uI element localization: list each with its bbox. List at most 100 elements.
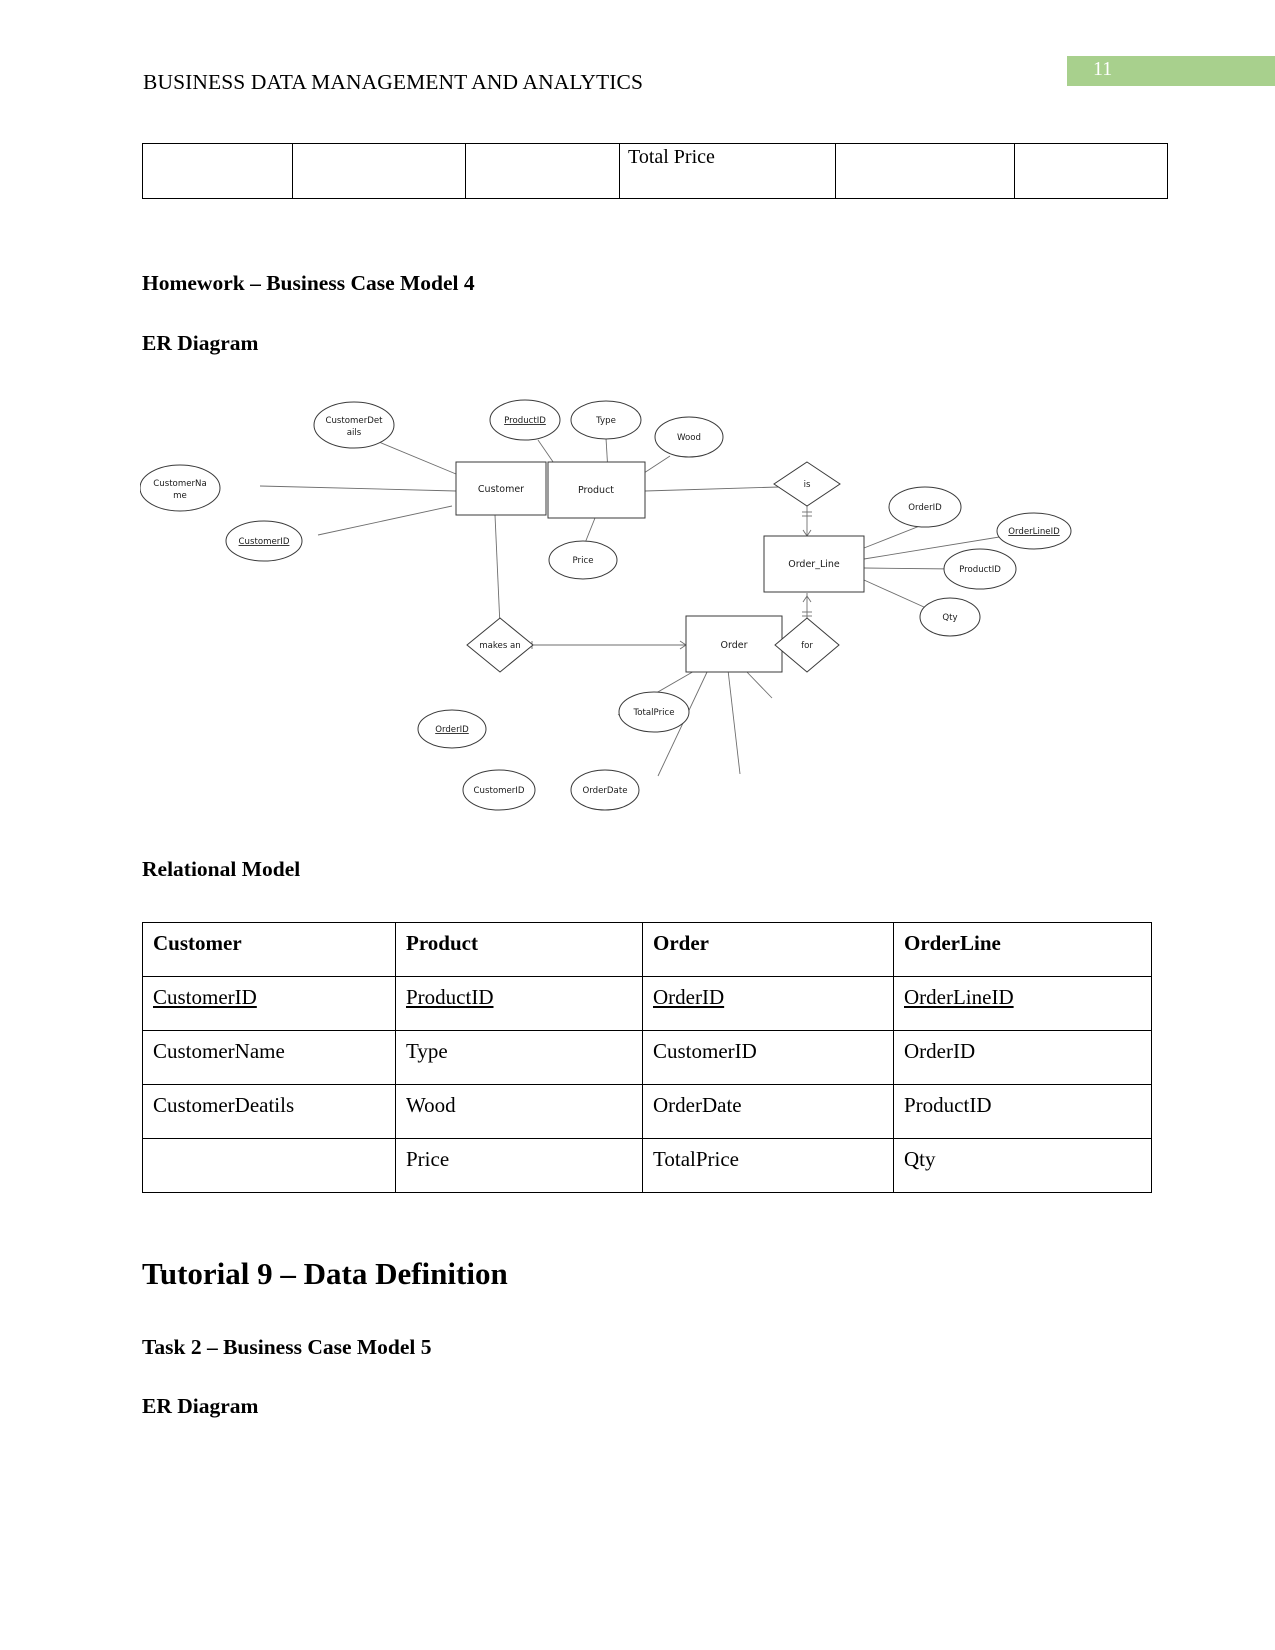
attribute-order-customer-id-label: CustomerID: [474, 786, 525, 796]
stub-cell-3: [465, 143, 620, 199]
cell-product-attr-2: Type: [395, 1030, 643, 1085]
relationship-makes-an[interactable]: makes an: [466, 617, 534, 673]
cell-product-attr-3: Wood: [395, 1084, 643, 1139]
relationship-for[interactable]: for: [774, 617, 840, 673]
cell-customer-attr-4: [142, 1138, 396, 1193]
heading-er-diagram-1: ER Diagram: [142, 331, 259, 355]
attribute-order-line-id[interactable]: OrderLineID: [996, 512, 1072, 550]
entity-order[interactable]: Order: [685, 615, 783, 673]
er-diagram-figure: Customer Product Order_Line Order is mak…: [140, 378, 1090, 828]
attribute-qty-label: Qty: [942, 613, 957, 623]
column-header-customer: Customer: [142, 922, 396, 977]
attribute-customer-details[interactable]: CustomerDet ails: [313, 401, 395, 449]
page-header: BUSINESS DATA MANAGEMENT AND ANALYTICS 1…: [0, 0, 1275, 120]
relationship-for-label: for: [801, 641, 813, 651]
connector-customer-name: [259, 485, 457, 492]
connector-order-total-price: [744, 669, 773, 699]
cell-orderline-attr-3: ProductID: [893, 1084, 1152, 1139]
attribute-type-label: Type: [595, 416, 616, 426]
attribute-wood[interactable]: Wood: [654, 416, 724, 458]
attribute-customer-name[interactable]: CustomerNa me: [140, 464, 221, 512]
attribute-total-price[interactable]: TotalPrice: [618, 691, 690, 733]
cell-order-attr-3: OrderDate: [642, 1084, 894, 1139]
attribute-customer-details-label-2: ails: [347, 428, 362, 438]
cell-product-pk: ProductID: [395, 976, 643, 1031]
connector-ol-product-id: [863, 567, 957, 570]
page-number-badge: 11: [1067, 56, 1275, 86]
connector-order-date: [727, 669, 741, 775]
relationship-is[interactable]: is: [773, 461, 841, 507]
entity-order-label: Order: [721, 640, 748, 651]
attribute-wood-label: Wood: [677, 433, 701, 443]
cell-orderline-pk: OrderLineID: [893, 976, 1152, 1031]
table-row: CustomerName Type CustomerID OrderID: [142, 1030, 1152, 1085]
entity-order-line-label: Order_Line: [788, 559, 840, 570]
attribute-customer-name-label-2: me: [173, 491, 187, 501]
connector-product-is: [644, 486, 780, 492]
attribute-product-id[interactable]: ProductID: [489, 399, 561, 441]
attribute-order-date-label: OrderDate: [583, 786, 628, 796]
table-row: CustomerID ProductID OrderID OrderLineID: [142, 976, 1152, 1031]
cell-customer-attr-2: CustomerName: [142, 1030, 396, 1085]
table-row: Total Price: [142, 143, 1168, 199]
heading-homework: Homework – Business Case Model 4: [142, 271, 475, 295]
table-row: Price TotalPrice Qty: [142, 1138, 1152, 1193]
cell-customer-pk: CustomerID: [142, 976, 396, 1031]
connector-customer-id: [317, 505, 453, 536]
relationship-makes-an-label: makes an: [479, 641, 521, 651]
cell-product-attr-4: Price: [395, 1138, 643, 1193]
attribute-orderline-product-id[interactable]: ProductID: [943, 548, 1017, 590]
connector-product-wood: [643, 455, 671, 474]
attribute-qty[interactable]: Qty: [919, 597, 981, 637]
page-number: 11: [1093, 58, 1113, 80]
heading-er-diagram-2: ER Diagram: [142, 1394, 259, 1418]
relationship-is-label: is: [804, 480, 811, 490]
table-row: CustomerDeatils Wood OrderDate ProductID: [142, 1084, 1152, 1139]
attribute-orderline-order-id-label: OrderID: [908, 503, 942, 513]
entity-customer-label: Customer: [478, 484, 524, 495]
stub-cell-1: [142, 143, 293, 199]
attribute-order-date[interactable]: OrderDate: [570, 769, 640, 811]
attribute-type[interactable]: Type: [570, 400, 642, 440]
relational-model-table: Customer Product Order OrderLine Custome…: [142, 922, 1152, 1193]
attribute-product-id-label: ProductID: [504, 416, 546, 426]
entity-product-label: Product: [578, 485, 614, 496]
stub-cell-total-price: Total Price: [619, 143, 836, 199]
total-price-stub-table: Total Price: [142, 143, 1168, 199]
attribute-total-price-label: TotalPrice: [632, 708, 674, 718]
heading-tutorial: Tutorial 9 – Data Definition: [142, 1256, 508, 1291]
column-header-product: Product: [395, 922, 643, 977]
entity-order-line[interactable]: Order_Line: [763, 535, 865, 593]
attribute-customer-id-label: CustomerID: [239, 537, 290, 547]
attribute-orderline-product-id-label: ProductID: [959, 565, 1001, 575]
column-header-order: Order: [642, 922, 894, 977]
cell-customer-attr-3: CustomerDeatils: [142, 1084, 396, 1139]
attribute-price[interactable]: Price: [548, 540, 618, 580]
attribute-order-id-label: OrderID: [435, 725, 469, 735]
attribute-order-id[interactable]: OrderID: [417, 709, 487, 749]
attribute-price-label: Price: [573, 556, 594, 566]
table-header-row: Customer Product Order OrderLine: [142, 922, 1152, 977]
heading-relational-model: Relational Model: [142, 857, 301, 881]
connector-customer-details: [373, 439, 457, 475]
attribute-customer-id[interactable]: CustomerID: [225, 520, 303, 562]
cell-order-attr-4: TotalPrice: [642, 1138, 894, 1193]
stub-cell-5: [835, 143, 1015, 199]
cell-orderline-attr-2: OrderID: [893, 1030, 1152, 1085]
attribute-orderline-order-id[interactable]: OrderID: [888, 486, 962, 528]
attribute-order-line-id-label: OrderLineID: [1008, 527, 1060, 537]
running-title: BUSINESS DATA MANAGEMENT AND ANALYTICS: [143, 70, 644, 94]
column-header-orderline: OrderLine: [893, 922, 1152, 977]
stub-cell-6: [1014, 143, 1168, 199]
attribute-customer-details-label-1: CustomerDet: [325, 416, 383, 426]
cell-order-attr-2: CustomerID: [642, 1030, 894, 1085]
cell-orderline-attr-4: Qty: [893, 1138, 1152, 1193]
connector-customer-makes-an: [494, 514, 501, 627]
entity-product[interactable]: Product: [547, 461, 646, 519]
heading-task: Task 2 – Business Case Model 5: [142, 1335, 432, 1359]
attribute-customer-name-label-1: CustomerNa: [153, 479, 206, 489]
attribute-order-customer-id[interactable]: CustomerID: [462, 769, 536, 811]
stub-cell-2: [292, 143, 466, 199]
entity-customer[interactable]: Customer: [455, 461, 547, 516]
cell-order-pk: OrderID: [642, 976, 894, 1031]
